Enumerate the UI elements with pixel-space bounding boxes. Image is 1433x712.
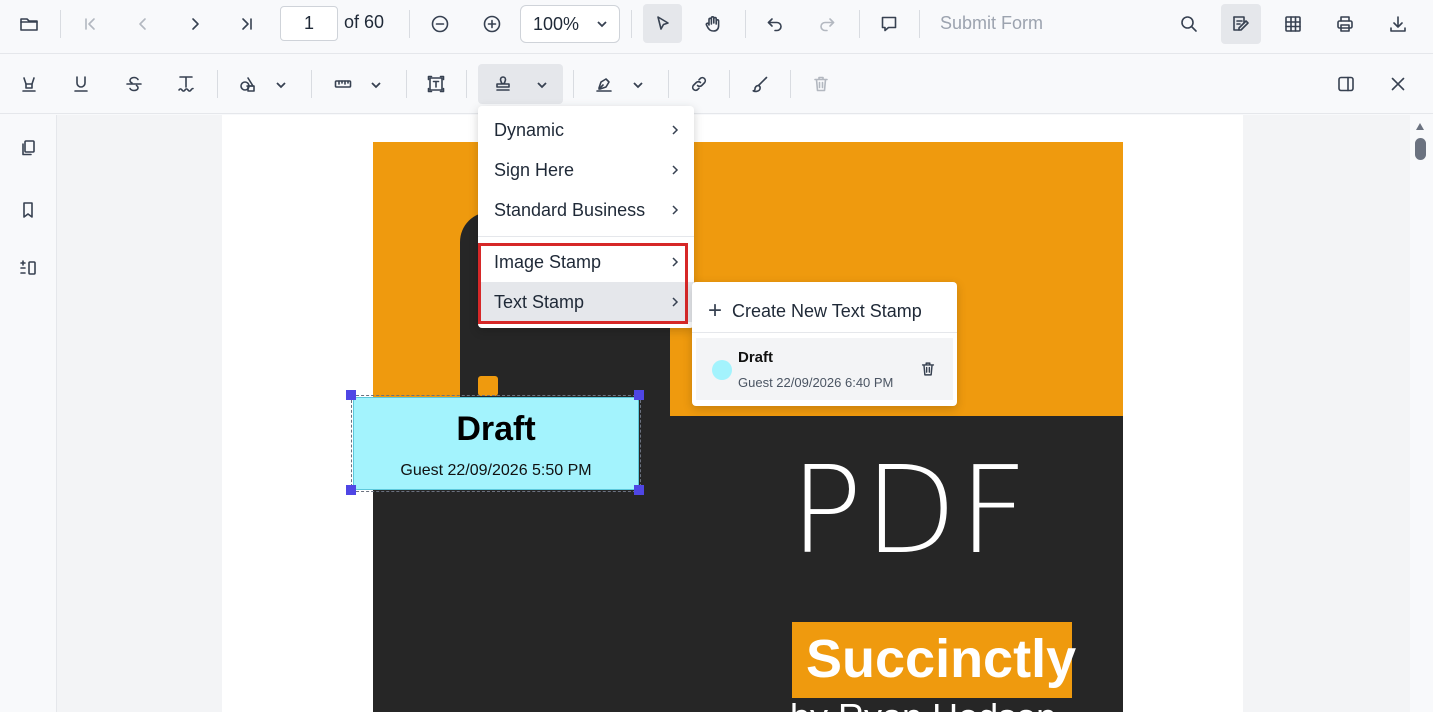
- cover-title: PDF: [790, 442, 1030, 581]
- close-icon[interactable]: [1380, 66, 1416, 102]
- toolbar-divider: [311, 70, 312, 98]
- create-new-text-stamp-button[interactable]: + Create New Text Stamp: [692, 290, 957, 332]
- placed-stamp-title: Draft: [456, 410, 536, 448]
- comment-icon[interactable]: [871, 6, 907, 42]
- highlight-icon[interactable]: [11, 66, 47, 102]
- free-text-icon[interactable]: [418, 66, 454, 102]
- select-tool-icon[interactable]: [643, 4, 682, 43]
- zoom-out-icon[interactable]: [422, 6, 458, 42]
- menu-item-standard-business[interactable]: Standard Business: [478, 190, 694, 230]
- chevron-down-icon: [597, 21, 607, 28]
- plus-icon: +: [708, 297, 723, 324]
- menu-item-label: Sign Here: [494, 159, 575, 180]
- toolbar-divider: [729, 70, 730, 98]
- form-designer-icon[interactable]: [1275, 6, 1311, 42]
- cover-byline: by Ryan Hodson: [790, 700, 1056, 712]
- chevron-down-icon[interactable]: [535, 78, 549, 92]
- saved-stamp-name: Draft: [738, 349, 774, 366]
- strikethrough-icon[interactable]: [116, 66, 152, 102]
- page-count-label: of 60: [344, 12, 385, 32]
- resize-handle-bottom-right[interactable]: [634, 485, 644, 495]
- highlight-outline: [478, 243, 688, 324]
- cover-subtitle: Succinctly: [806, 629, 1077, 689]
- squiggly-icon[interactable]: [168, 66, 204, 102]
- chevron-right-icon: [672, 165, 679, 175]
- toolbar-divider: [745, 10, 746, 38]
- toolbar-divider: [466, 70, 467, 98]
- chevron-down-icon[interactable]: [369, 78, 383, 92]
- scroll-up-arrow-icon[interactable]: [1416, 123, 1424, 130]
- placed-stamp-meta: Guest 22/09/2026 5:50 PM: [400, 462, 592, 479]
- undo-icon[interactable]: [757, 6, 793, 42]
- scrollbar-thumb[interactable]: [1415, 138, 1426, 160]
- stamp-color-swatch: [712, 360, 732, 380]
- chevron-right-icon: [672, 205, 679, 215]
- toolbar-divider: [217, 70, 218, 98]
- chevron-down-icon[interactable]: [631, 78, 645, 92]
- page-number-input[interactable]: 1: [280, 6, 338, 41]
- menu-item-dynamic[interactable]: Dynamic: [478, 110, 694, 150]
- zoom-in-icon[interactable]: [474, 6, 510, 42]
- toolbar-divider: [631, 10, 632, 38]
- delete-trash-icon[interactable]: [803, 66, 839, 102]
- signature-pen-icon[interactable]: [586, 66, 622, 102]
- bookmark-icon[interactable]: [10, 192, 46, 228]
- saved-stamp-meta: Guest 22/09/2026 6:40 PM: [738, 375, 894, 390]
- chevron-right-icon: [672, 125, 679, 135]
- saved-text-stamp-item[interactable]: Draft Guest 22/09/2026 6:40 PM: [696, 338, 953, 400]
- download-icon[interactable]: [1380, 6, 1416, 42]
- zoom-select[interactable]: 100%: [520, 5, 620, 43]
- panel-toggle-icon[interactable]: [1328, 66, 1364, 102]
- redo-icon[interactable]: [809, 6, 845, 42]
- toolbar-divider: [668, 70, 669, 98]
- cover-device-button: [478, 376, 498, 396]
- toolbar-divider: [790, 70, 791, 98]
- previous-page-icon[interactable]: [125, 6, 161, 42]
- toolbar-divider: [406, 70, 407, 98]
- shapes-icon[interactable]: [230, 66, 266, 102]
- next-page-icon[interactable]: [177, 6, 213, 42]
- first-page-icon[interactable]: [72, 6, 108, 42]
- link-icon[interactable]: [681, 66, 717, 102]
- search-icon[interactable]: [1171, 6, 1207, 42]
- menu-item-label: Standard Business: [494, 199, 646, 220]
- cover-byline-clip: by Ryan Hodson: [373, 700, 1123, 712]
- organize-pages-icon[interactable]: [10, 250, 46, 286]
- menu-item-label: Dynamic: [494, 119, 565, 140]
- vertical-scrollbar[interactable]: [1410, 115, 1433, 712]
- delete-stamp-trash-icon[interactable]: [917, 358, 939, 380]
- resize-handle-top-left[interactable]: [346, 390, 356, 400]
- annotation-edit-icon[interactable]: [1221, 4, 1261, 44]
- toolbar-divider: [859, 10, 860, 38]
- stamp-icon[interactable]: [485, 66, 521, 102]
- open-folder-icon[interactable]: [11, 6, 47, 42]
- resize-handle-top-right[interactable]: [634, 390, 644, 400]
- toolbar-divider: [409, 10, 410, 38]
- pan-hand-icon[interactable]: [695, 6, 731, 42]
- toolbar-divider: [919, 10, 920, 38]
- menu-divider: [478, 236, 694, 237]
- zoom-value: 100%: [533, 13, 580, 34]
- print-icon[interactable]: [1327, 6, 1363, 42]
- toolbar-divider: [573, 70, 574, 98]
- submenu-divider: [692, 332, 957, 333]
- create-text-stamp-label: Create New Text Stamp: [732, 300, 922, 321]
- resize-handle-bottom-left[interactable]: [346, 485, 356, 495]
- text-stamp-submenu: + Create New Text Stamp Draft Guest 22/0…: [692, 282, 957, 406]
- ink-brush-icon[interactable]: [742, 66, 778, 102]
- toolbar-divider: [60, 10, 61, 38]
- page-thumbnails-icon[interactable]: [10, 130, 46, 166]
- underline-icon[interactable]: [63, 66, 99, 102]
- submit-form-button[interactable]: Submit Form: [940, 13, 1043, 34]
- measure-ruler-icon[interactable]: [325, 66, 361, 102]
- chevron-down-icon[interactable]: [274, 78, 288, 92]
- last-page-icon[interactable]: [229, 6, 265, 42]
- menu-item-sign-here[interactable]: Sign Here: [478, 150, 694, 190]
